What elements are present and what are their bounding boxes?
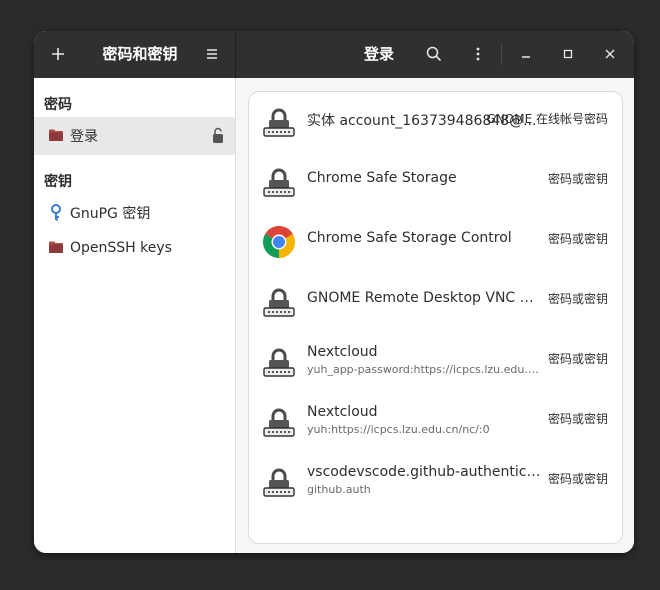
password-lock-icon — [263, 406, 295, 438]
close-icon[interactable] — [598, 42, 622, 66]
item-subtitle: yuh_app-password:https://icpcs.lzu.edu.c… — [307, 363, 541, 376]
sidebar: 密码 登录 密钥 GnuPG 密钥 OpenSSH keys — [34, 78, 236, 553]
password-lock-icon — [263, 286, 295, 318]
list-item[interactable]: Chrome Safe Storage 密码或密钥 — [249, 152, 622, 212]
list-item[interactable]: Chrome Safe Storage Control 密码或密钥 — [249, 212, 622, 272]
sidebar-item-login[interactable]: 登录 — [34, 117, 235, 155]
item-name: Nextcloud — [307, 404, 378, 420]
hamburger-menu-icon[interactable] — [200, 42, 224, 66]
item-type: 密码或密钥 — [547, 172, 608, 186]
item-type: GNOME 在线帐号密码 — [486, 112, 608, 126]
password-lock-icon — [263, 166, 295, 198]
maximize-icon[interactable] — [556, 42, 580, 66]
vertical-dots-icon[interactable] — [466, 42, 490, 66]
keys-heading: 密钥 — [44, 174, 72, 190]
item-subtitle: yuh:https://icpcs.lzu.edu.cn/nc/:0 — [307, 423, 490, 436]
item-type: 密码或密钥 — [547, 412, 608, 426]
header-divider — [235, 31, 236, 78]
search-icon[interactable] — [422, 42, 446, 66]
sidebar-item-label: OpenSSH keys — [70, 240, 172, 256]
header-separator — [501, 43, 502, 65]
keyring-title: 登录 — [363, 45, 394, 63]
list-item[interactable]: Nextcloud yuh_app-password:https://icpcs… — [249, 332, 622, 392]
item-type: 密码或密钥 — [547, 352, 608, 366]
items-list: 实体 account_163739486848@... GNOME 在线帐号密码… — [248, 91, 623, 544]
header-bar: 密码和密钥 登录 — [34, 31, 634, 78]
list-item[interactable]: GNOME Remote Desktop VNC password 密码或密钥 — [249, 272, 622, 332]
item-type: 密码或密钥 — [547, 472, 608, 486]
password-lock-icon — [263, 466, 295, 498]
item-name: Nextcloud — [307, 344, 378, 360]
passwords-heading: 密码 — [44, 97, 72, 113]
folder-icon — [48, 240, 64, 258]
main-pane: 实体 account_163739486848@... GNOME 在线帐号密码… — [236, 78, 634, 553]
app-title: 密码和密钥 — [102, 45, 178, 63]
chrome-icon — [262, 225, 296, 258]
item-name: Chrome Safe Storage — [307, 170, 457, 186]
item-name: vscodevscode.github-authentication — [307, 464, 541, 480]
gnupg-key-icon — [48, 204, 64, 225]
list-item[interactable]: Nextcloud yuh:https://icpcs.lzu.edu.cn/n… — [249, 392, 622, 452]
sidebar-item-openssh[interactable]: OpenSSH keys — [34, 229, 235, 267]
list-item[interactable]: 实体 account_163739486848@... GNOME 在线帐号密码 — [249, 92, 622, 152]
list-item[interactable]: vscodevscode.github-authentication githu… — [249, 452, 622, 512]
sidebar-item-label: GnuPG 密钥 — [70, 206, 151, 222]
password-lock-icon — [263, 346, 295, 378]
item-type: 密码或密钥 — [547, 232, 608, 246]
folder-icon — [48, 128, 64, 146]
item-name: GNOME Remote Desktop VNC password — [307, 290, 541, 306]
passwords-and-keys-window: 密码和密钥 登录 密码 登录 密钥 GnuPG 密钥 OpenSSH keys … — [34, 31, 634, 553]
sidebar-item-label: 登录 — [70, 129, 98, 145]
minimize-icon[interactable] — [514, 42, 538, 66]
password-lock-icon — [263, 106, 295, 138]
item-subtitle: github.auth — [307, 483, 371, 496]
sidebar-item-gnupg[interactable]: GnuPG 密钥 — [34, 194, 235, 232]
item-type: 密码或密钥 — [547, 292, 608, 306]
plus-icon[interactable] — [46, 42, 70, 66]
item-name: Chrome Safe Storage Control — [307, 230, 512, 246]
unlocked-padlock-icon[interactable] — [211, 127, 225, 148]
